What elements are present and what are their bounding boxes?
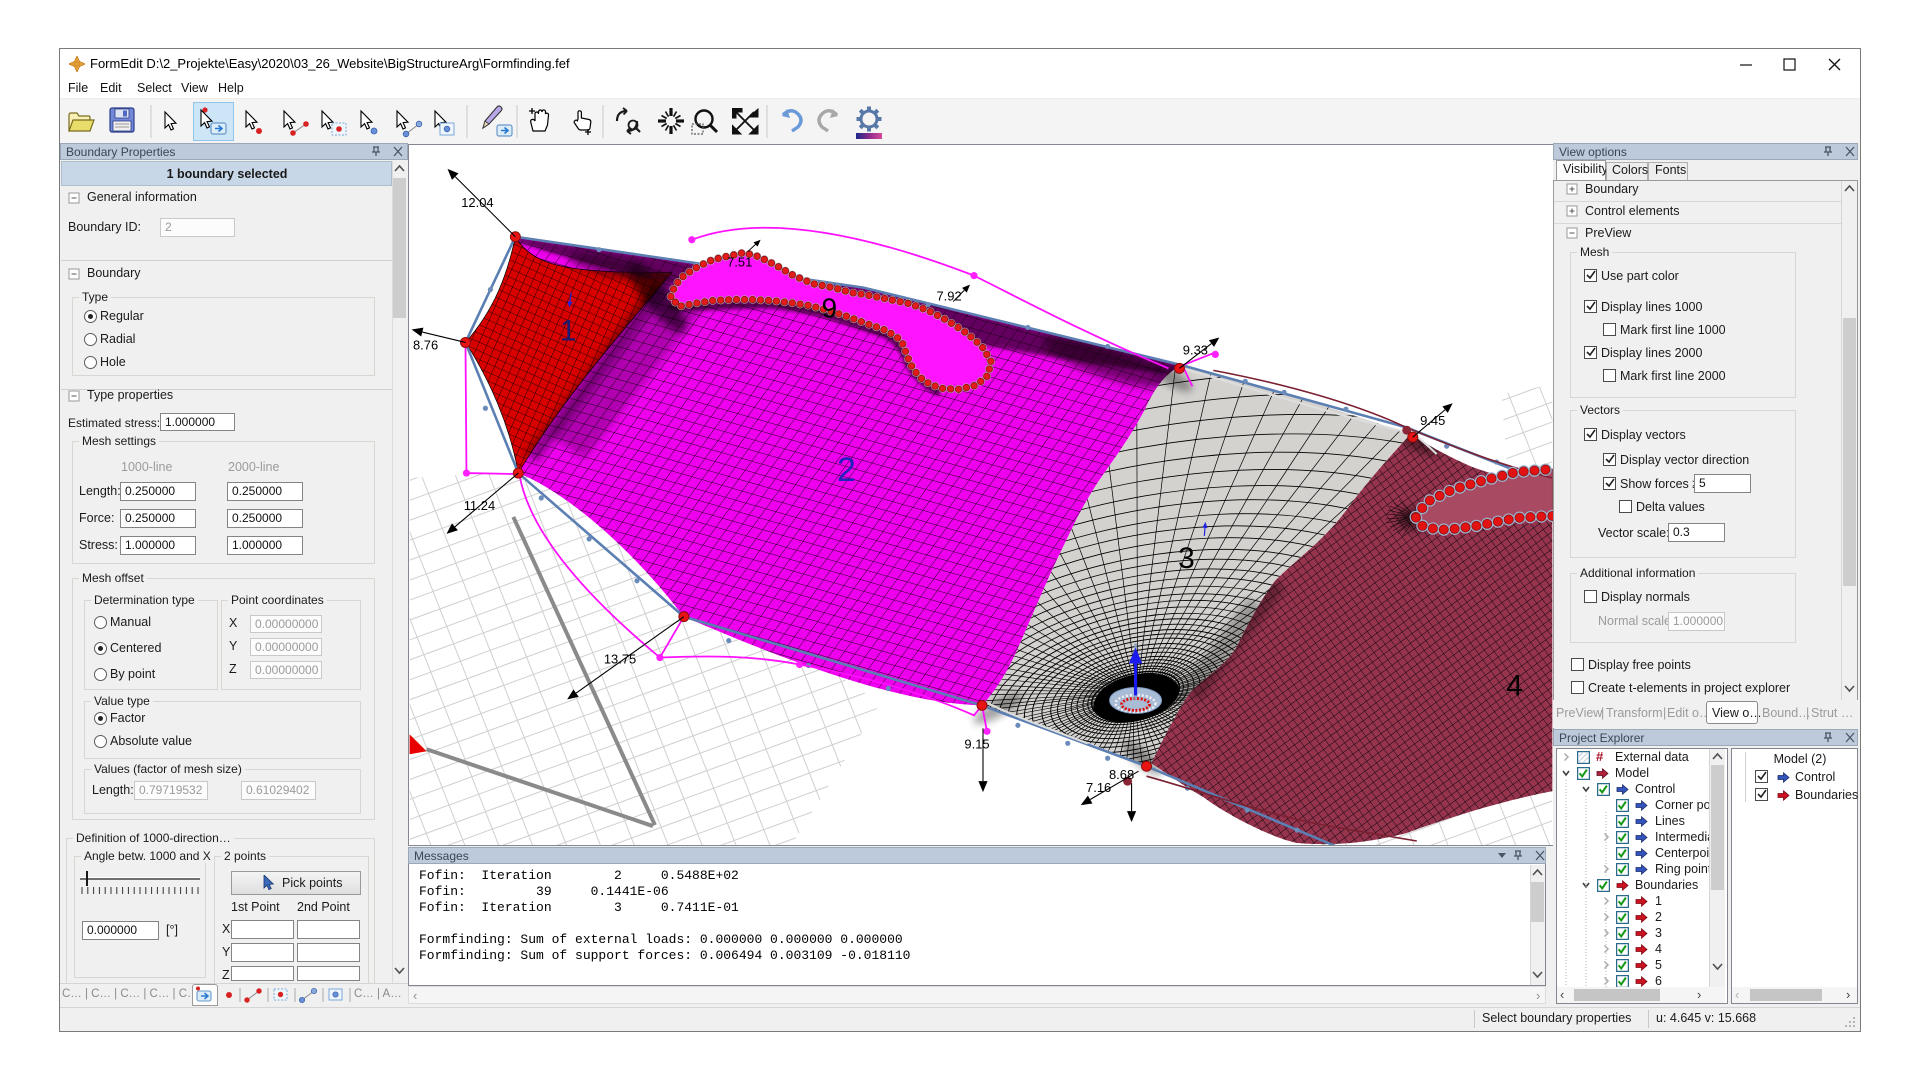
- svg-text:9.45: 9.45: [1420, 413, 1445, 428]
- svg-text:7.92: 7.92: [936, 289, 961, 304]
- svg-text:3: 3: [1178, 542, 1195, 575]
- svg-text:9: 9: [822, 293, 838, 324]
- svg-text:8.68: 8.68: [1109, 767, 1134, 782]
- svg-text:8.76: 8.76: [413, 337, 438, 352]
- svg-text:2: 2: [837, 451, 856, 489]
- svg-text:12.04: 12.04: [461, 195, 493, 210]
- svg-text:4: 4: [1506, 669, 1523, 702]
- svg-text:1: 1: [560, 314, 577, 347]
- svg-text:9.15: 9.15: [964, 736, 989, 751]
- svg-text:9.33: 9.33: [1183, 342, 1208, 357]
- svg-text:7.16: 7.16: [1086, 780, 1111, 795]
- svg-text:11.24: 11.24: [464, 498, 495, 513]
- svg-text:13.75: 13.75: [604, 652, 636, 667]
- svg-text:7.51: 7.51: [727, 255, 752, 270]
